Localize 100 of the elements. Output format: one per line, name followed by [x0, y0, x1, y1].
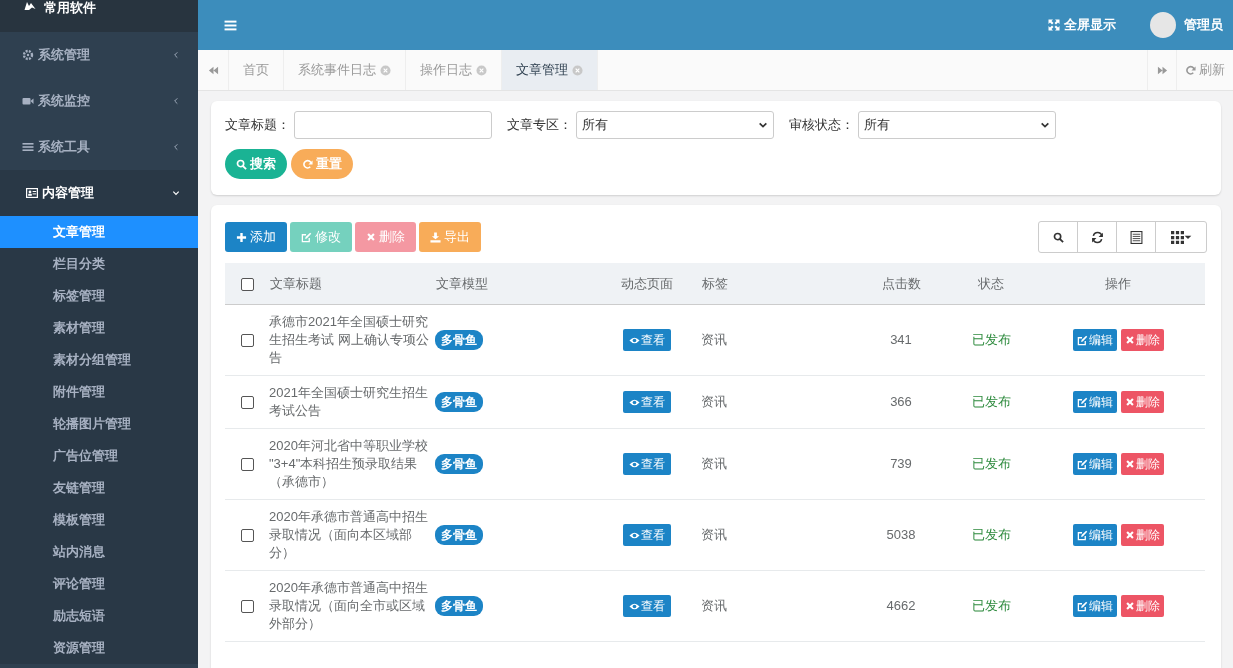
table-cell: 4662	[886, 598, 916, 613]
table-cell-text: 2020年承德市普通高中招生录取情况（面向全市或区域外部分）	[269, 579, 429, 633]
search-button[interactable]: 搜索	[225, 149, 287, 179]
brand-title: 常用软件	[44, 0, 96, 16]
table-cell-text: 承德市2021年全国硕士研究生招生考试 网上确认专项公告	[269, 313, 430, 367]
edit-button[interactable]: 编辑	[1072, 391, 1117, 413]
sidebar-item[interactable]: 系统管理	[0, 32, 198, 78]
tab[interactable]: 首页	[229, 50, 284, 90]
model-badge: 多骨鱼	[435, 525, 483, 545]
model-badge: 多骨鱼	[435, 454, 483, 474]
chevron-down-icon	[1040, 120, 1050, 130]
input-field[interactable]	[294, 111, 492, 139]
table-cell: 资讯	[701, 394, 727, 409]
table-cell-text: 2020年承德市普通高中招生录取情况（面向本区域部分）	[269, 508, 429, 562]
status-text: 已发布	[971, 527, 1011, 542]
dropdown[interactable]: 所有	[858, 111, 1056, 139]
tab[interactable]: 文章管理	[502, 50, 598, 90]
edit-icon	[1076, 529, 1088, 541]
gear-icon	[22, 49, 34, 61]
avatar[interactable]	[1150, 12, 1176, 38]
chevron-left-icon	[172, 97, 180, 105]
edit-button[interactable]: 编辑	[1072, 524, 1117, 546]
checkbox[interactable]	[240, 278, 254, 292]
field-label: 审核状态：	[789, 116, 854, 134]
close-icon	[1124, 530, 1135, 540]
table-cell: 5038	[886, 527, 916, 542]
sidebar-subitem[interactable]: 附件管理	[0, 376, 198, 408]
close-icon	[1124, 335, 1135, 345]
sidebar-subitem[interactable]: 栏目分类	[0, 248, 198, 280]
user-name[interactable]: 管理员	[1184, 16, 1223, 34]
field-label: 文章专区：	[507, 116, 572, 134]
refresh-button[interactable]: 刷新	[1176, 50, 1233, 90]
sidebar-item[interactable]: 系统监控	[0, 78, 198, 124]
edit-icon	[1076, 396, 1088, 408]
logo-icon	[22, 0, 38, 12]
table-cell: 资讯	[701, 598, 727, 613]
column-header: 动态页面	[621, 275, 673, 291]
refresh-icon	[302, 158, 313, 170]
sidebar-subitem[interactable]: 广告位管理	[0, 440, 198, 472]
sidebar-subitem[interactable]: 轮播图片管理	[0, 408, 198, 440]
list-icon	[1129, 230, 1143, 244]
tab[interactable]: 系统事件日志	[284, 50, 406, 90]
checkbox[interactable]	[240, 396, 254, 410]
view-button[interactable]: 查看	[623, 453, 671, 475]
edit-icon	[1076, 334, 1088, 346]
edit-button[interactable]: 编辑	[1072, 453, 1117, 475]
refresh-icon	[1090, 230, 1104, 244]
view-button[interactable]: 查看	[623, 329, 671, 351]
close-circle-icon	[572, 64, 583, 76]
sidebar-subitem[interactable]: 评论管理	[0, 568, 198, 600]
close-icon	[366, 232, 376, 242]
column-header: 文章标题	[270, 275, 322, 291]
sidebar-item[interactable]: 内容管理	[0, 170, 198, 216]
close-circle-icon	[476, 64, 487, 76]
edit-icon	[1076, 458, 1088, 470]
sidebar-subitem[interactable]: 友链管理	[0, 472, 198, 504]
table-cell: 资讯	[701, 527, 727, 542]
delete-button[interactable]: 删除	[1120, 453, 1164, 475]
delete-button[interactable]: 删除	[1120, 524, 1164, 546]
delete-button[interactable]: 删除	[1120, 329, 1164, 351]
double-left-icon	[207, 64, 219, 76]
delete-button[interactable]: 删除	[1120, 391, 1164, 413]
status-text: 已发布	[971, 456, 1011, 471]
search-icon	[1052, 231, 1064, 243]
table-cell-text: 2020年河北省中等职业学校 "3+4"本科招生预录取结果（承德市）	[269, 437, 429, 491]
sidebar-subitem[interactable]: 励志短语	[0, 600, 198, 632]
sidebar-subitem[interactable]: 素材管理	[0, 312, 198, 344]
sidebar-subitem[interactable]: 模板管理	[0, 504, 198, 536]
sidebar-subitem[interactable]: 资源管理	[0, 632, 198, 664]
status-text: 已发布	[971, 332, 1011, 347]
fullscreen-button[interactable]: 全屏显示	[1048, 16, 1116, 34]
table-cell-text: 2021年全国硕士研究生招生考试公告	[269, 384, 429, 420]
delete-button[interactable]: 删除	[1120, 595, 1164, 617]
sidebar-subitem[interactable]: 素材分组管理	[0, 344, 198, 376]
sidebar-subitem[interactable]: 文章管理	[0, 216, 198, 248]
id-card-icon	[26, 187, 38, 199]
checkbox[interactable]	[240, 600, 254, 614]
list-icon	[22, 141, 34, 153]
menu-icon	[224, 18, 237, 32]
edit-button[interactable]: 编辑	[1072, 329, 1117, 351]
sidebar-subitem[interactable]: 标签管理	[0, 280, 198, 312]
sidebar-item[interactable]: 系统工具	[0, 124, 198, 170]
checkbox[interactable]	[240, 458, 254, 472]
checkbox[interactable]	[240, 529, 254, 543]
view-button[interactable]: 查看	[623, 391, 671, 413]
table-cell: 资讯	[701, 456, 727, 471]
column-header: 点击数	[881, 275, 921, 291]
edit-icon	[1076, 600, 1088, 612]
close-circle-icon	[380, 64, 391, 76]
sidebar-subitem[interactable]: 站内消息	[0, 536, 198, 568]
status-text: 已发布	[971, 394, 1011, 409]
add-button[interactable]: 添加	[225, 222, 287, 252]
chevron-down-icon	[758, 120, 768, 130]
model-badge: 多骨鱼	[435, 330, 483, 350]
view-button[interactable]: 查看	[623, 595, 671, 617]
edit-button[interactable]: 编辑	[1072, 595, 1117, 617]
checkbox[interactable]	[240, 334, 254, 348]
close-icon	[1124, 459, 1135, 469]
view-button[interactable]: 查看	[623, 524, 671, 546]
dropdown[interactable]: 所有	[576, 111, 774, 139]
